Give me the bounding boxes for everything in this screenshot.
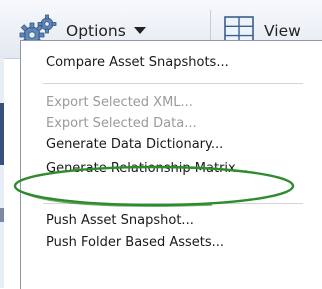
menu-separator [43, 203, 303, 204]
menu-item-generate-data-dictionary[interactable]: Generate Data Dictionary... [46, 137, 223, 152]
menu-item-compare-asset-snapshots[interactable]: Compare Asset Snapshots... [46, 55, 229, 70]
options-dropdown-menu: Compare Asset Snapshots... Export Select… [20, 40, 322, 289]
options-label: Options [66, 22, 126, 40]
menu-item-export-selected-data: Export Selected Data... [46, 116, 197, 131]
menu-item-export-selected-xml: Export Selected XML... [46, 95, 193, 110]
view-label: View [264, 22, 301, 40]
menu-separator [43, 83, 303, 84]
menu-item-push-asset-snapshot[interactable]: Push Asset Snapshot... [46, 213, 194, 228]
menu-item-push-folder-based-assets[interactable]: Push Folder Based Assets... [46, 235, 224, 250]
menu-item-generate-relationship-matrix[interactable]: Generate Relationship Matrix... [46, 161, 248, 176]
background-panel-edge [0, 58, 4, 288]
chevron-down-icon [133, 27, 146, 34]
